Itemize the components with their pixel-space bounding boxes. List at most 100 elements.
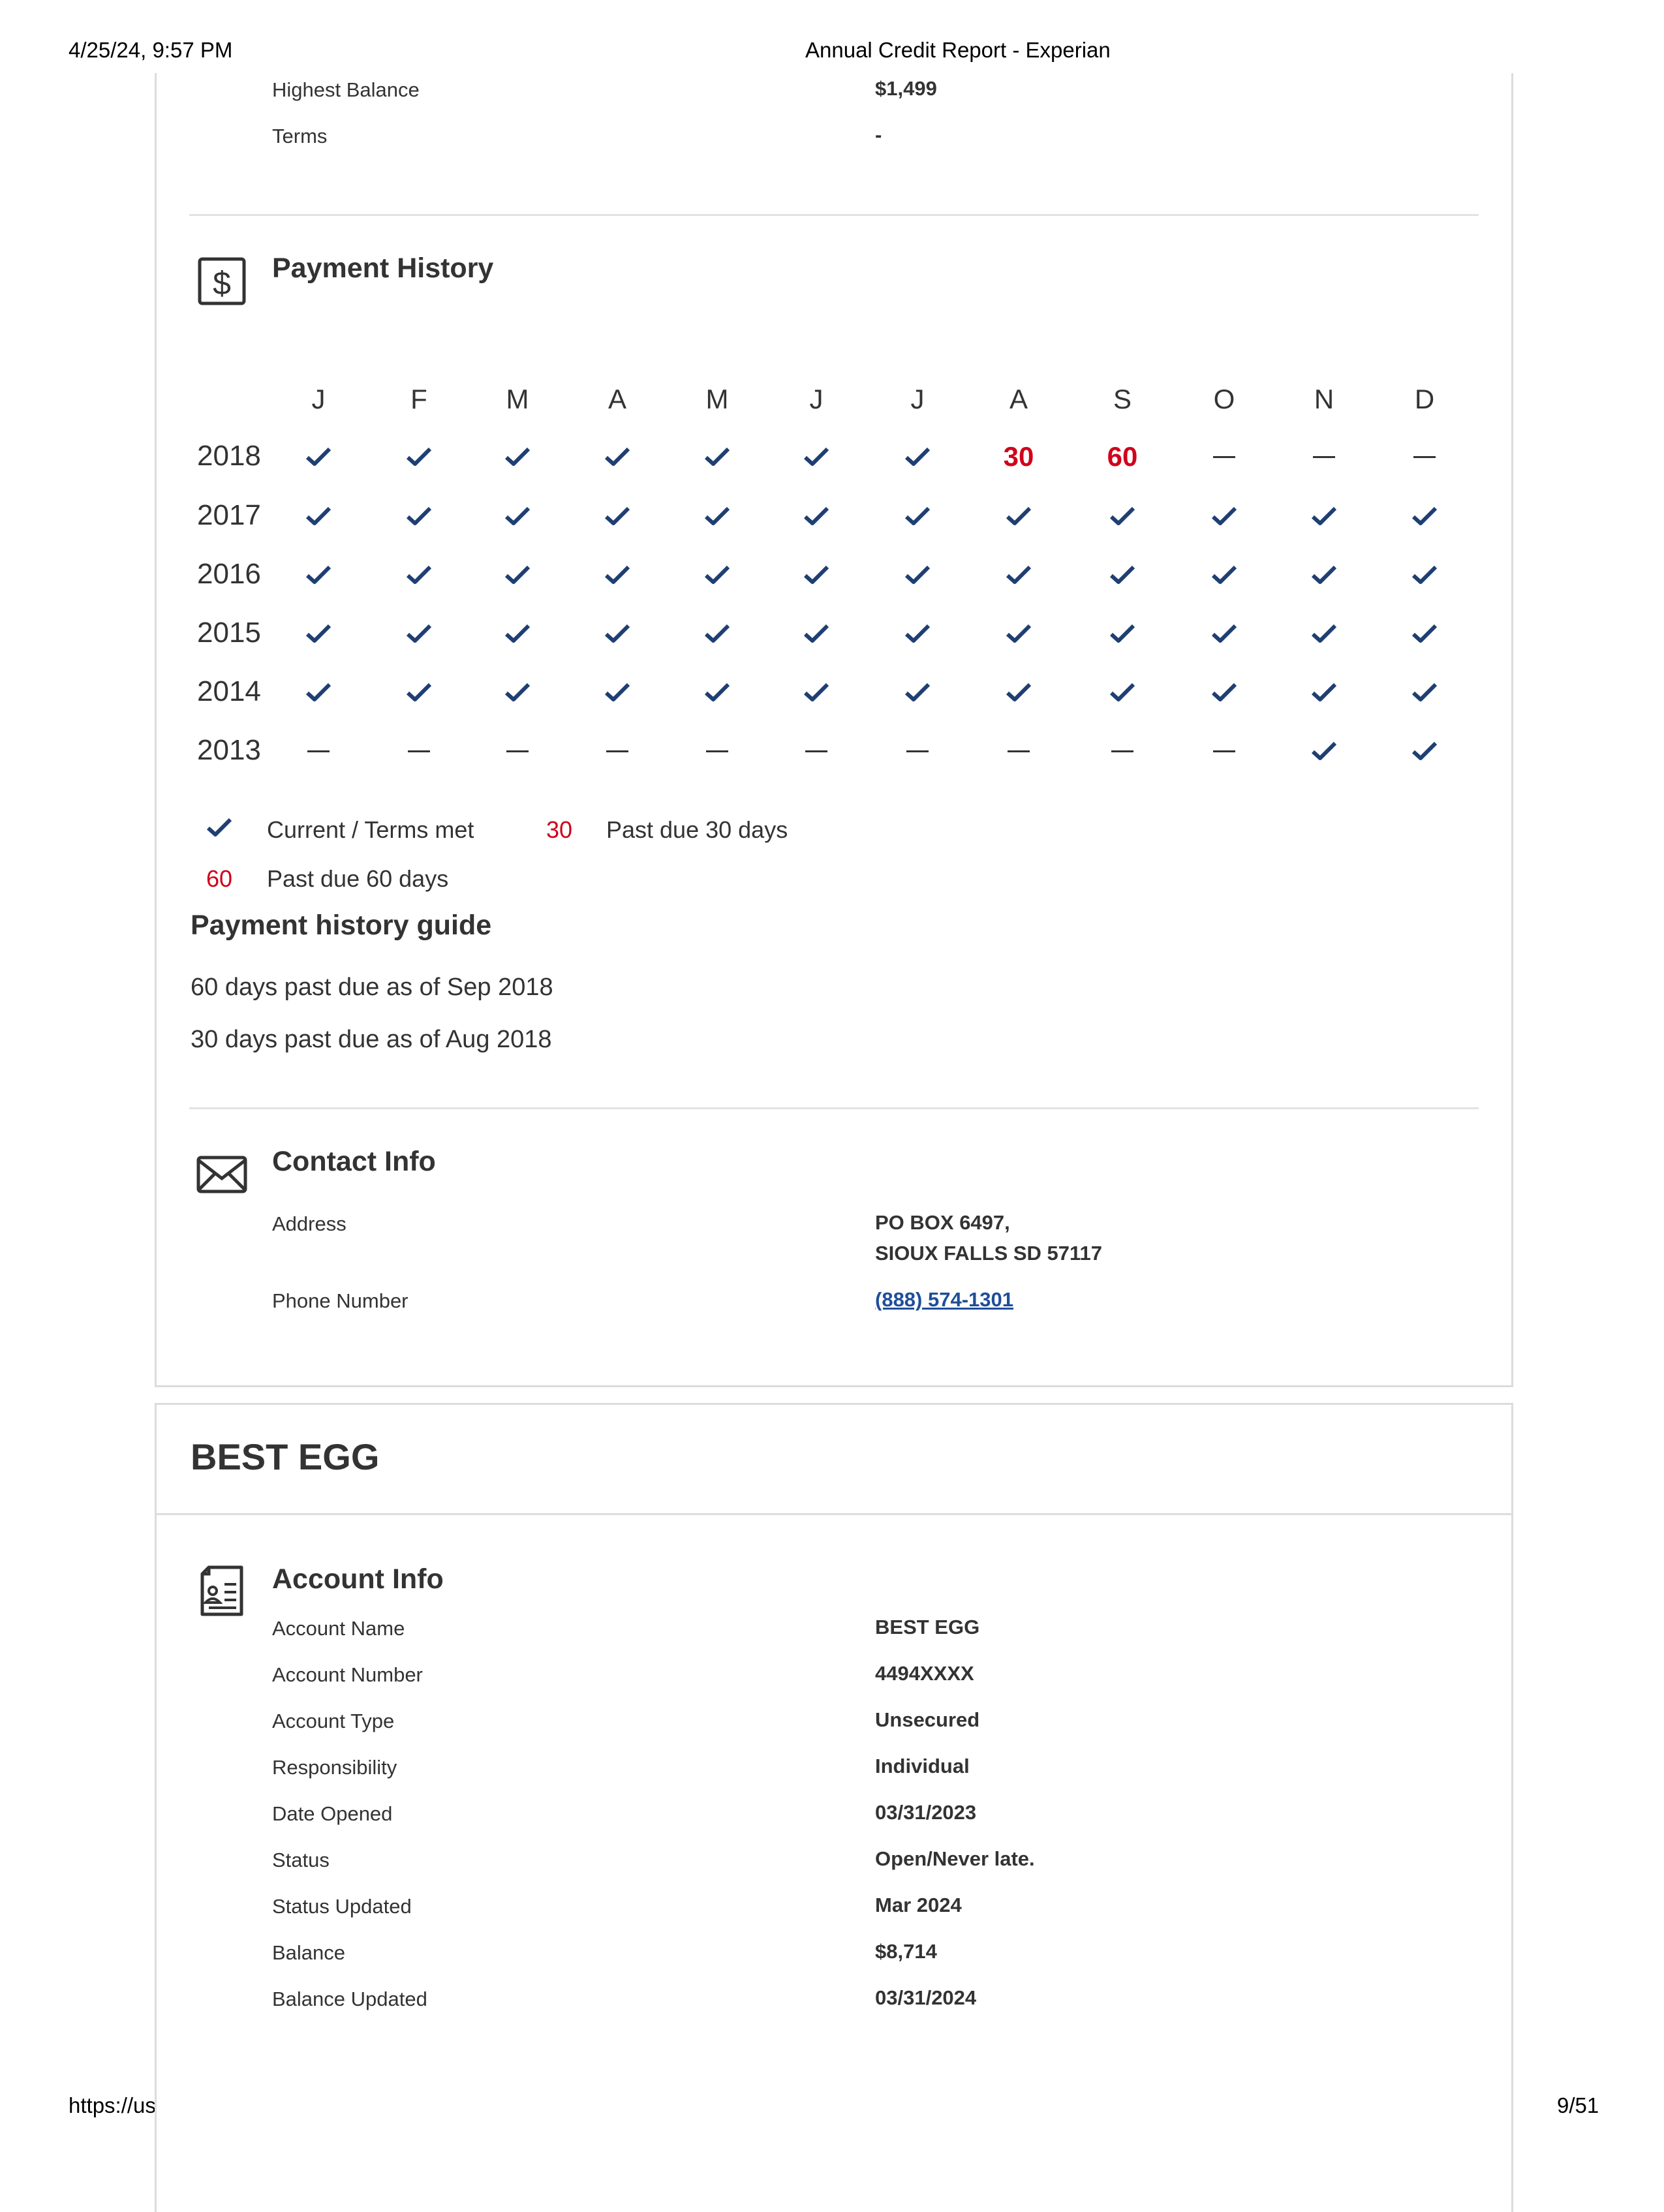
check-icon bbox=[993, 614, 1045, 653]
check-icon bbox=[790, 497, 842, 536]
check-icon bbox=[691, 497, 743, 536]
contact-info-title: Contact Info bbox=[272, 1146, 436, 1177]
month-header: D bbox=[1414, 384, 1435, 414]
month-header: J bbox=[910, 384, 925, 414]
terms-value: - bbox=[875, 123, 882, 146]
check-icon bbox=[491, 673, 544, 712]
check-icon bbox=[891, 614, 944, 653]
legend-30-label: Past due 30 days bbox=[606, 816, 788, 843]
phone-label: Phone Number bbox=[272, 1289, 408, 1312]
envelope-icon bbox=[196, 1156, 247, 1193]
check-icon bbox=[292, 673, 345, 712]
check-icon bbox=[292, 555, 345, 594]
field-label: Balance bbox=[272, 1941, 346, 1964]
check-icon bbox=[206, 818, 232, 837]
month-header: J bbox=[311, 384, 326, 414]
check-icon bbox=[393, 555, 445, 594]
month-header: F bbox=[410, 384, 427, 414]
check-icon bbox=[1096, 555, 1148, 594]
month-header: M bbox=[506, 384, 529, 414]
late-payment-value: 30 bbox=[1003, 441, 1034, 472]
no-data-dash bbox=[393, 731, 445, 771]
page-number: 9/51 bbox=[1557, 2093, 1599, 2117]
check-icon bbox=[1398, 673, 1451, 712]
check-icon bbox=[1096, 497, 1148, 536]
check-icon bbox=[1398, 497, 1451, 536]
no-data-dash bbox=[1398, 437, 1451, 476]
check-icon bbox=[1198, 555, 1250, 594]
check-icon bbox=[1298, 555, 1350, 594]
no-data-dash bbox=[691, 731, 743, 771]
check-icon bbox=[1096, 673, 1148, 712]
phone-link[interactable]: (888) 574-1301 bbox=[875, 1284, 1013, 1315]
check-icon bbox=[691, 614, 743, 653]
no-data-dash bbox=[292, 731, 345, 771]
no-data-dash bbox=[1096, 731, 1148, 771]
check-icon bbox=[1298, 731, 1350, 771]
month-header: N bbox=[1314, 384, 1334, 414]
print-title: Annual Credit Report - Experian bbox=[805, 38, 1111, 62]
terms-label: Terms bbox=[272, 125, 328, 147]
check-icon bbox=[1198, 614, 1250, 653]
address-label: Address bbox=[272, 1212, 347, 1235]
company-name: BEST EGG bbox=[191, 1436, 380, 1477]
field-value: Open/Never late. bbox=[875, 1847, 1035, 1870]
check-icon bbox=[591, 497, 643, 536]
no-data-dash bbox=[491, 731, 544, 771]
month-header: A bbox=[608, 384, 626, 414]
check-icon bbox=[591, 437, 643, 476]
field-label: Date Opened bbox=[272, 1802, 393, 1825]
card-header-divider bbox=[157, 1513, 1511, 1515]
print-date: 4/25/24, 9:57 PM bbox=[69, 38, 233, 62]
check-icon bbox=[591, 555, 643, 594]
field-value: 4494XXXX bbox=[875, 1662, 974, 1685]
check-icon bbox=[691, 437, 743, 476]
month-header: A bbox=[1009, 384, 1028, 414]
year-label: 2016 bbox=[197, 558, 261, 590]
address-line1: PO BOX 6497, bbox=[875, 1211, 1010, 1234]
highest-balance-label: Highest Balance bbox=[272, 78, 420, 101]
check-icon bbox=[292, 614, 345, 653]
year-label: 2014 bbox=[197, 675, 261, 707]
check-icon bbox=[891, 555, 944, 594]
check-icon bbox=[491, 614, 544, 653]
check-icon bbox=[1298, 614, 1350, 653]
year-label: 2015 bbox=[197, 617, 261, 649]
account-info-title: Account Info bbox=[272, 1563, 444, 1595]
field-value: Mar 2024 bbox=[875, 1894, 962, 1916]
check-icon bbox=[993, 555, 1045, 594]
field-label: Status bbox=[272, 1849, 330, 1871]
no-data-dash bbox=[891, 731, 944, 771]
section-divider bbox=[189, 214, 1479, 216]
field-value: 03/31/2023 bbox=[875, 1801, 977, 1824]
no-data-dash bbox=[790, 731, 842, 771]
field-label: Account Type bbox=[272, 1710, 395, 1732]
check-icon bbox=[491, 555, 544, 594]
check-icon bbox=[393, 497, 445, 536]
month-header: J bbox=[809, 384, 824, 414]
month-header: O bbox=[1213, 384, 1235, 414]
late-payment-value: 60 bbox=[1107, 441, 1138, 472]
legend-60-label: Past due 60 days bbox=[267, 865, 449, 892]
check-icon bbox=[891, 497, 944, 536]
field-label: Account Number bbox=[272, 1663, 423, 1686]
field-value: Individual bbox=[875, 1755, 970, 1777]
guide-line: 60 days past due as of Sep 2018 bbox=[191, 974, 553, 1001]
late-payment-code: 60 bbox=[1096, 437, 1148, 476]
check-icon bbox=[993, 673, 1045, 712]
check-icon bbox=[393, 673, 445, 712]
no-data-dash bbox=[1198, 437, 1250, 476]
field-label: Responsibility bbox=[272, 1756, 397, 1779]
check-icon bbox=[691, 673, 743, 712]
year-label: 2013 bbox=[197, 734, 261, 766]
field-value: BEST EGG bbox=[875, 1616, 980, 1638]
field-label: Balance Updated bbox=[272, 1988, 427, 2010]
legend-30-code: 30 bbox=[546, 816, 573, 843]
check-icon bbox=[691, 555, 743, 594]
check-icon bbox=[993, 497, 1045, 536]
field-value: $8,714 bbox=[875, 1940, 937, 1963]
highest-balance-value: $1,499 bbox=[875, 77, 937, 100]
legend-60-code: 60 bbox=[206, 865, 233, 892]
check-icon bbox=[790, 614, 842, 653]
check-icon bbox=[393, 437, 445, 476]
